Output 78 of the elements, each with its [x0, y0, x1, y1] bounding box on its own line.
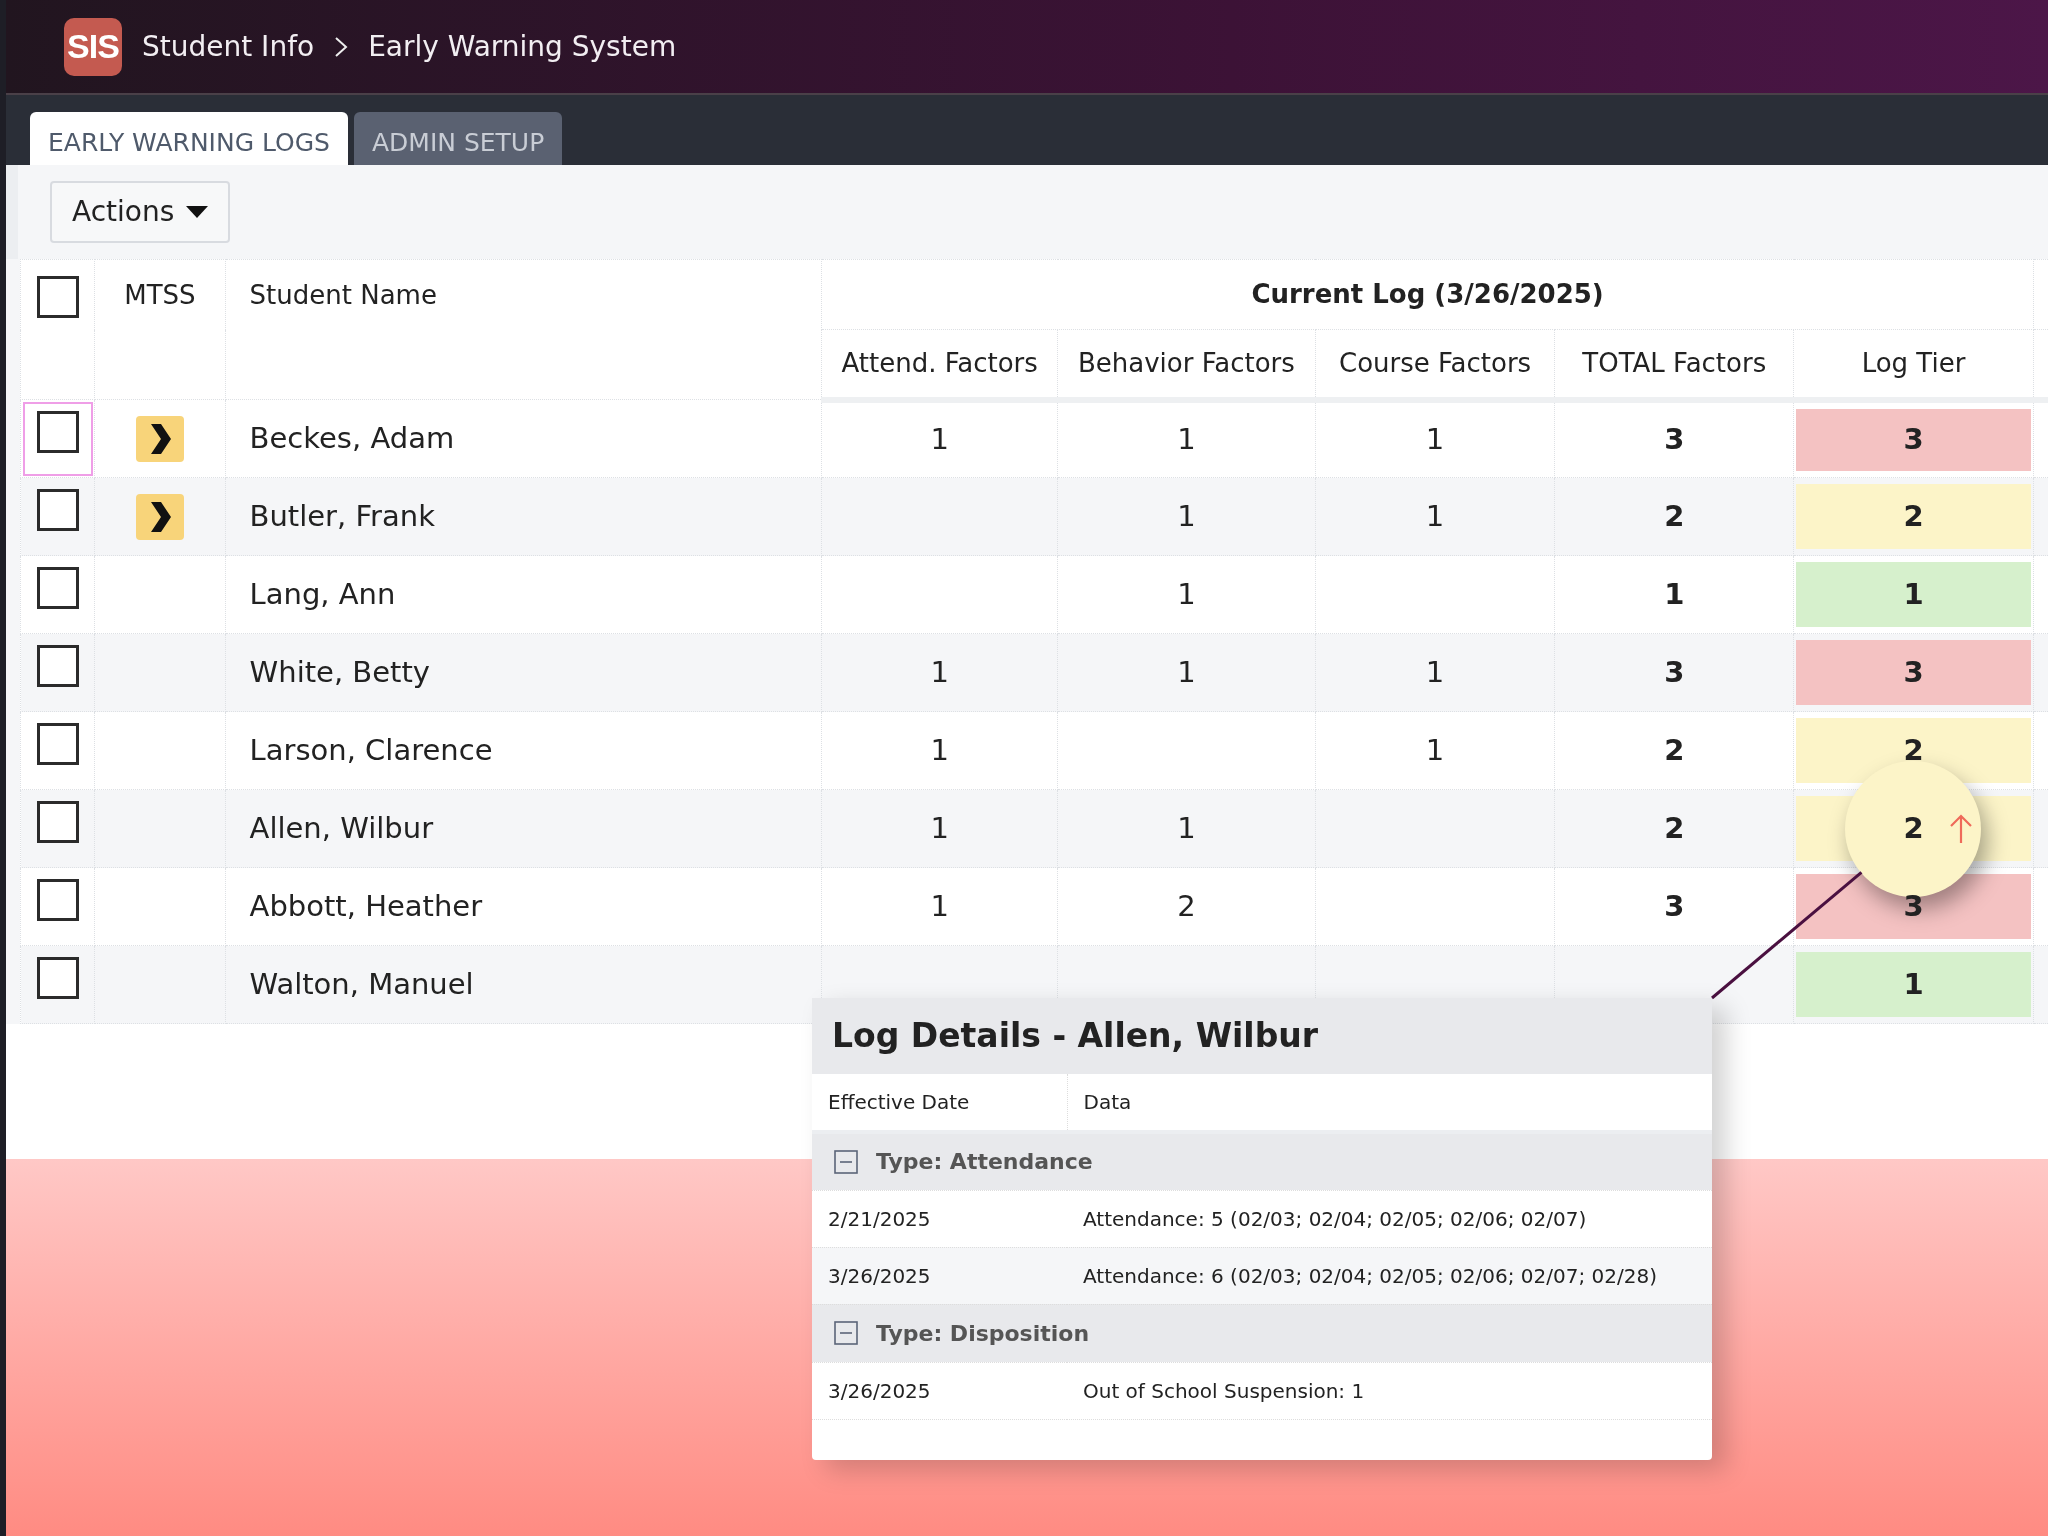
- table-cell: 1: [930, 422, 949, 456]
- table-cell: 1: [1177, 498, 1196, 533]
- checkbox[interactable]: [36, 276, 79, 318]
- checkbox[interactable]: [36, 411, 79, 454]
- table-cell: 1: [930, 654, 949, 689]
- checkbox[interactable]: [36, 723, 79, 766]
- column-header: Course Factors: [1339, 347, 1532, 378]
- tab[interactable]: EARLY WARNING LOGS: [30, 112, 348, 165]
- collapse-toggle[interactable]: [832, 1319, 860, 1347]
- table-cell: 1: [1664, 576, 1685, 611]
- minus-icon: [834, 1321, 858, 1345]
- table-cell: 3/26/2025: [828, 1378, 931, 1403]
- table-cell: 1: [930, 888, 949, 923]
- student-name[interactable]: Abbott, Heather: [249, 888, 483, 923]
- tier-value: 3: [1903, 653, 1924, 691]
- table-cell: 1: [1425, 732, 1445, 767]
- tab[interactable]: ADMIN SETUP: [354, 112, 563, 165]
- table-cell: 1: [1425, 498, 1445, 533]
- tier-value: 3: [1903, 887, 1924, 925]
- group-label: Type: Disposition: [876, 1319, 1090, 1348]
- table-cell: 3/26/2025: [828, 1263, 931, 1288]
- table-cell: 1: [930, 732, 949, 767]
- breadcrumb-item[interactable]: Student Info: [142, 25, 315, 68]
- tier-value: 1: [1903, 965, 1924, 1003]
- table-cell: 2: [1177, 888, 1196, 923]
- table-cell: 3: [1664, 654, 1685, 689]
- table-cell: 3: [1664, 888, 1685, 923]
- table-cell: Out of School Suspension: 1: [1083, 1378, 1365, 1403]
- group-label: Type: Attendance: [876, 1148, 1093, 1177]
- column-header: Log Tier: [1861, 347, 1966, 378]
- chevron-right-icon: [334, 35, 349, 58]
- table-cell: 2: [1664, 810, 1685, 845]
- checkbox[interactable]: [36, 489, 79, 532]
- tier-value: 2: [1903, 731, 1924, 769]
- checkbox[interactable]: [36, 957, 79, 1000]
- table-cell: 2: [1664, 732, 1685, 767]
- column-header: Student Name: [249, 280, 437, 310]
- table-cell: 1: [1177, 810, 1196, 845]
- app-logo: SIS: [64, 17, 122, 76]
- student-name[interactable]: White, Betty: [249, 654, 430, 689]
- student-name[interactable]: Beckes, Adam: [249, 420, 455, 455]
- table-cell: 1: [1177, 654, 1196, 689]
- tier-value: 2: [1903, 497, 1924, 535]
- minus-icon: [834, 1149, 858, 1174]
- student-name[interactable]: Allen, Wilbur: [249, 810, 434, 845]
- checkbox[interactable]: [36, 801, 79, 844]
- student-name[interactable]: Larson, Clarence: [249, 732, 493, 767]
- table-cell: 1: [1425, 422, 1445, 456]
- table-cell: 1: [1177, 422, 1196, 456]
- column-header: Effective Date: [828, 1090, 970, 1114]
- column-header: TOTAL Factors: [1582, 347, 1767, 378]
- table-cell: 1: [1425, 654, 1445, 689]
- student-name[interactable]: Butler, Frank: [249, 498, 435, 533]
- table-cell: 3: [1664, 422, 1685, 456]
- checkbox[interactable]: [36, 645, 79, 688]
- tier-value: 3: [1903, 421, 1924, 458]
- column-header: Behavior Factors: [1077, 347, 1295, 378]
- table-cell: Attendance: 6 (02/03; 02/04; 02/05; 02/06; 02/07; 02/28): [1083, 1263, 1657, 1288]
- table-cell: 2: [1664, 498, 1685, 533]
- breadcrumb-item[interactable]: Early Warning System: [368, 25, 677, 68]
- table-cell: 1: [1177, 576, 1196, 611]
- student-name[interactable]: Walton, Manuel: [249, 966, 474, 1001]
- group-header: Current Log (3/26/2025): [1251, 279, 1604, 309]
- student-name[interactable]: Lang, Ann: [249, 576, 396, 611]
- table-cell: 1: [930, 810, 949, 845]
- table-cell: Attendance: 5 (02/03; 02/04; 02/05; 02/06; 02/07): [1083, 1206, 1587, 1231]
- actions-button[interactable]: Actions: [50, 181, 231, 243]
- column-header: Data: [1083, 1090, 1132, 1114]
- column-header: MTSS: [124, 280, 196, 310]
- checkbox[interactable]: [36, 879, 79, 922]
- column-header: Attend. Factors: [841, 347, 1038, 378]
- tier-value: 2: [1903, 809, 1924, 847]
- popup-title: Log Details - Allen, Wilbur: [832, 1015, 1319, 1058]
- caret-icon: [186, 206, 209, 218]
- checkbox[interactable]: [36, 567, 79, 610]
- table-cell: 2/21/2025: [828, 1206, 931, 1231]
- collapse-toggle[interactable]: [832, 1147, 860, 1176]
- tier-value: 1: [1903, 575, 1924, 613]
